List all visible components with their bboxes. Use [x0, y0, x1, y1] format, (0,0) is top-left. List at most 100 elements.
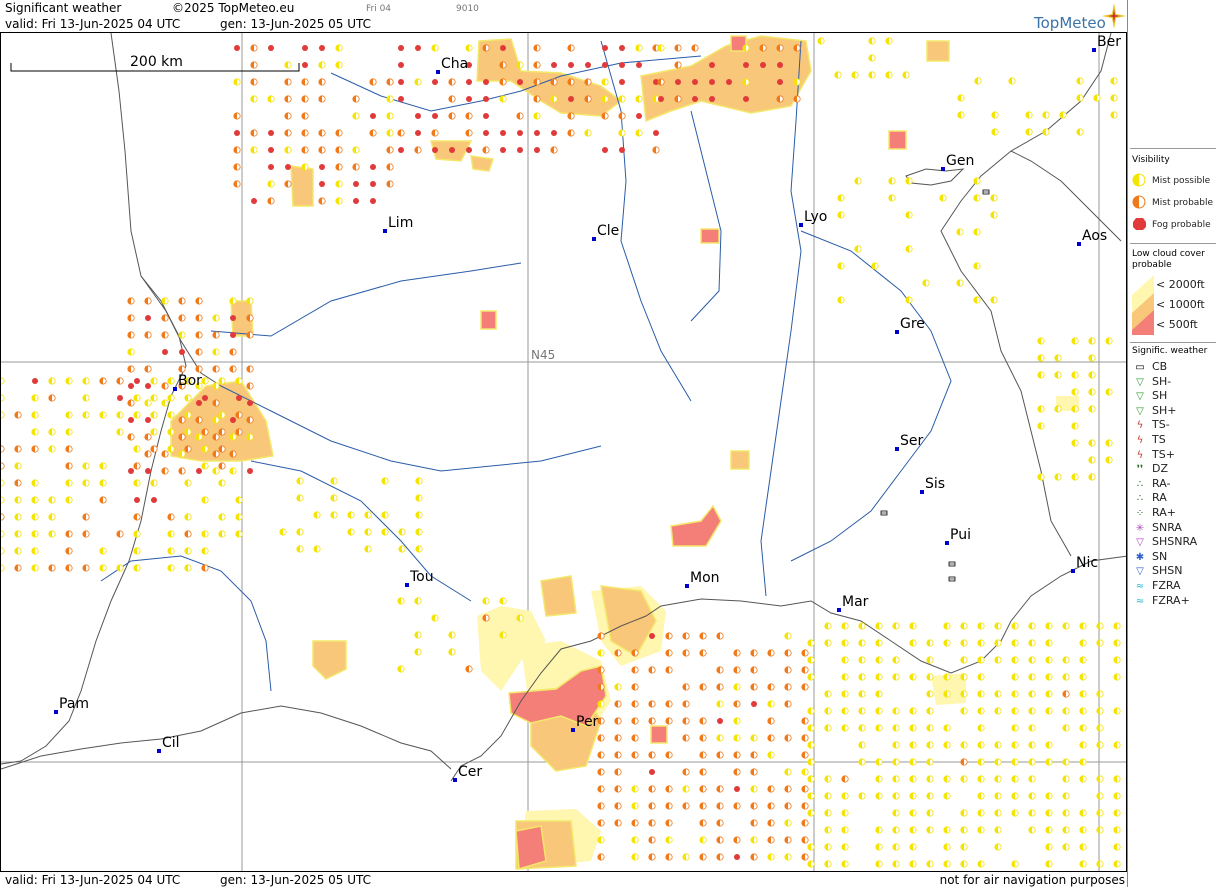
- mist-probable-symbol: [614, 734, 622, 742]
- low-cloud-area: [700, 228, 720, 244]
- mist-possible-symbol: [657, 44, 665, 52]
- fog-probable-symbol: [370, 113, 376, 119]
- mist-possible-symbol: [994, 792, 1002, 800]
- mist-possible-symbol: [960, 775, 968, 783]
- mist-probable-symbol: [750, 683, 758, 691]
- mist-possible-symbol: [824, 826, 832, 834]
- mist-possible-symbol: [926, 707, 934, 715]
- fog-probable-symbol: [398, 96, 404, 102]
- mist-possible-symbol: [184, 428, 192, 436]
- mist-possible-symbol: [398, 528, 406, 536]
- fog-probable-symbol: [500, 147, 506, 153]
- mist-possible-symbol: [974, 77, 982, 85]
- fog-probable-symbol: [117, 395, 123, 401]
- mist-probable-symbol: [682, 717, 690, 725]
- mist-probable-symbol: [699, 853, 707, 861]
- mist-possible-symbol: [1088, 337, 1096, 345]
- fog-probable-symbol: [636, 113, 642, 119]
- mist-possible-symbol: [892, 741, 900, 749]
- mist-probable-symbol: [218, 428, 226, 436]
- mist-possible-symbol: [415, 494, 423, 502]
- mist-possible-symbol: [977, 775, 985, 783]
- fog-probable-symbol: [483, 79, 489, 85]
- mist-possible-symbol: [233, 78, 241, 86]
- mist-possible-symbol: [533, 112, 541, 120]
- mist-probable-symbol: [750, 751, 758, 759]
- mist-probable-symbol: [161, 382, 169, 390]
- legend-label: SHSNRA: [1152, 535, 1198, 549]
- mist-possible-symbol: [635, 44, 643, 52]
- fog-probable-symbol: [230, 332, 236, 338]
- low-cloud-area: [515, 825, 547, 870]
- city-marker: [895, 330, 899, 334]
- mist-possible-symbol: [750, 734, 758, 742]
- mist-possible-symbol: [1110, 111, 1118, 119]
- mist-possible-symbol: [99, 462, 107, 470]
- fog-probable-symbol: [230, 315, 236, 321]
- mist-possible-symbol: [990, 211, 998, 219]
- mist-possible-symbol: [415, 528, 423, 536]
- mist-possible-symbol: [909, 741, 917, 749]
- mist-probable-symbol: [733, 700, 741, 708]
- legend-cloud-item: < 2000ft: [1156, 278, 1205, 291]
- mist-probable-symbol: [597, 666, 605, 674]
- mist-possible-symbol: [858, 741, 866, 749]
- cb-icon: [982, 189, 990, 195]
- rain-light-icon: ∴: [1136, 478, 1144, 490]
- mist-possible-symbol: [1079, 843, 1087, 851]
- mist-possible-symbol: [1037, 354, 1045, 362]
- mist-probable-symbol: [759, 44, 767, 52]
- mist-possible-symbol: [618, 129, 626, 137]
- mist-possible-symbol: [48, 445, 56, 453]
- mist-probable-symbol: [699, 768, 707, 776]
- mist-possible-symbol: [682, 785, 690, 793]
- legend-label: Fog probable: [1152, 220, 1211, 230]
- legend-cloud-item: < 500ft: [1156, 318, 1198, 331]
- mist-possible-symbol: [784, 819, 792, 827]
- mist-probable-symbol: [716, 802, 724, 810]
- mist-possible-symbol: [1093, 94, 1101, 102]
- thunderstorm-icon: ϟ: [1136, 435, 1144, 446]
- mist-possible-symbol: [1054, 473, 1062, 481]
- mist-probable-symbol: [614, 751, 622, 759]
- low-cloud-area: [926, 40, 950, 62]
- mist-possible-symbol: [618, 95, 626, 103]
- valid-time: valid: Fri 13-Jun-2025 04 UTC: [5, 17, 181, 31]
- mist-probable-symbol: [631, 683, 639, 691]
- mist-possible-symbol: [167, 428, 175, 436]
- mist-possible-symbol: [926, 741, 934, 749]
- fog-probable-symbol: [236, 395, 242, 401]
- city-marker: [941, 167, 945, 171]
- legend-label: SN: [1152, 549, 1168, 563]
- city-marker: [1071, 569, 1075, 573]
- mist-possible-symbol: [875, 690, 883, 698]
- mist-possible-symbol: [841, 809, 849, 817]
- mist-possible-symbol: [1079, 860, 1087, 868]
- fog-probable-symbol: [432, 147, 438, 153]
- fog-probable-symbol: [500, 130, 506, 136]
- mist-possible-symbol: [267, 180, 275, 188]
- mist-probable-symbol: [195, 416, 203, 424]
- mist-possible-symbol: [892, 707, 900, 715]
- shower-heavy-icon: ▽: [1136, 405, 1144, 417]
- low-cloud-area: [540, 575, 577, 617]
- fog-probable-symbol: [619, 79, 625, 85]
- mist-possible-symbol: [1045, 639, 1053, 647]
- mist-possible-symbol: [905, 296, 913, 304]
- mist-possible-symbol: [973, 296, 981, 304]
- mist-probable-symbol: [318, 95, 326, 103]
- mist-possible-symbol: [841, 707, 849, 715]
- mist-probable-symbol: [784, 734, 792, 742]
- mist-possible-symbol: [892, 792, 900, 800]
- low-cloud-area: [670, 504, 722, 547]
- mist-probable-symbol: [631, 734, 639, 742]
- mist-possible-symbol: [133, 479, 141, 487]
- mist-probable-symbol: [648, 819, 656, 827]
- mist-possible-symbol: [1088, 371, 1096, 379]
- weather-map[interactable]: N45 Cha Ber Gen Lim Cle Lyo Aos Gre Bor …: [0, 32, 1127, 872]
- legend-sigwx-item: ▭ CB: [1132, 360, 1167, 374]
- mist-probable-symbol: [212, 433, 220, 441]
- mist-possible-symbol: [994, 741, 1002, 749]
- fog-probable-symbol: [466, 79, 472, 85]
- mist-possible-symbol: [1071, 473, 1079, 481]
